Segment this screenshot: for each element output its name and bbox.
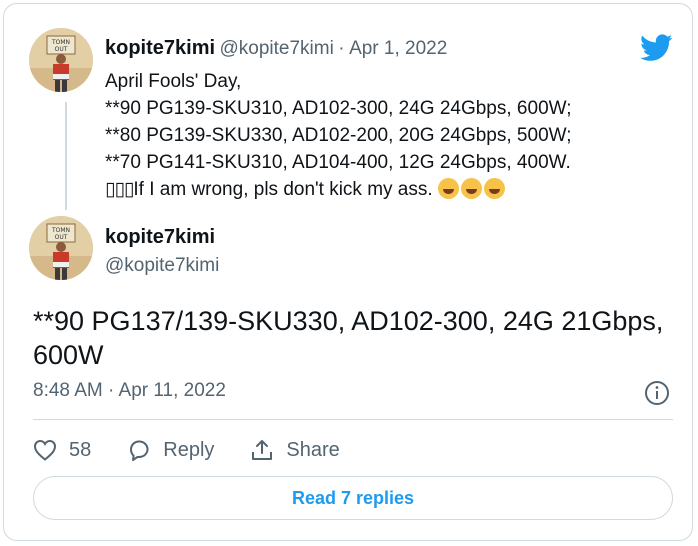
quoted-tweet-header: kopite7kimi @kopite7kimi · Apr 1, 2022 <box>105 37 447 60</box>
main-author-name[interactable]: kopite7kimi <box>105 226 215 249</box>
share-icon <box>252 440 273 460</box>
unrendered-glyphs: ▯▯▯ <box>105 179 134 200</box>
read-replies-button[interactable]: Read 7 replies <box>33 476 673 520</box>
quoted-author-handle[interactable]: @kopite7kimi <box>220 38 334 59</box>
quoted-tweet-text: April Fools' Day, **90 PG139-SKU310, AD1… <box>105 68 572 203</box>
thread-connector-line <box>65 102 67 210</box>
tweet-actions-bar: 58 Reply Share <box>33 434 376 466</box>
tweet-timestamp[interactable]: 8:48 AM · Apr 11, 2022 <box>33 380 226 402</box>
quoted-last-text: If I am wrong, pls don't kick my ass. <box>133 179 438 200</box>
main-author-handle[interactable]: @kopite7kimi <box>105 255 219 277</box>
quoted-tweet-date[interactable]: Apr 1, 2022 <box>349 38 447 59</box>
svg-text:TOMN: TOMN <box>51 39 70 46</box>
svg-text:TOMN: TOMN <box>51 227 70 234</box>
tweet-card: TOMN OUT kopite7kimi @kopite7kimi · Apr … <box>3 3 693 541</box>
divider <box>33 419 673 420</box>
svg-text:OUT: OUT <box>55 46 68 53</box>
avatar-photo-icon: TOMN OUT <box>29 216 93 280</box>
like-button[interactable]: 58 <box>33 439 91 462</box>
rolling-on-floor-laughing-emoji-icon <box>460 178 482 199</box>
reply-bubble-icon <box>130 440 149 461</box>
header-separator: · <box>338 38 345 59</box>
heart-icon <box>33 439 57 461</box>
rolling-on-floor-laughing-emoji-icon <box>437 178 459 199</box>
quoted-line: April Fools' Day, <box>105 71 242 92</box>
rolling-on-floor-laughing-emoji-icon <box>483 178 505 199</box>
reply-label: Reply <box>163 438 215 461</box>
main-tweet-text: **90 PG137/139-SKU330, AD102-300, 24G 21… <box>33 306 664 370</box>
quoted-line: **70 PG141-SKU310, AD104-400, 12G 24Gbps… <box>105 152 571 173</box>
share-label: Share <box>286 438 340 461</box>
avatar-photo-icon: TOMN OUT <box>29 28 93 92</box>
like-count: 58 <box>69 438 92 461</box>
quoted-author-name[interactable]: kopite7kimi <box>105 37 215 59</box>
quoted-author-avatar[interactable]: TOMN OUT <box>29 28 93 92</box>
main-author-avatar[interactable]: TOMN OUT <box>29 216 93 280</box>
svg-text:OUT: OUT <box>55 234 68 241</box>
info-icon[interactable] <box>644 380 670 406</box>
reply-button[interactable]: Reply <box>127 438 214 462</box>
twitter-logo-icon[interactable] <box>640 34 673 62</box>
share-button[interactable]: Share <box>250 438 340 462</box>
quoted-line-last: ▯▯▯If I am wrong, pls don't kick my ass. <box>105 176 572 203</box>
quoted-line: **90 PG139-SKU310, AD102-300, 24G 24Gbps… <box>105 98 572 119</box>
quoted-line: **80 PG139-SKU330, AD102-200, 20G 24Gbps… <box>105 125 572 146</box>
